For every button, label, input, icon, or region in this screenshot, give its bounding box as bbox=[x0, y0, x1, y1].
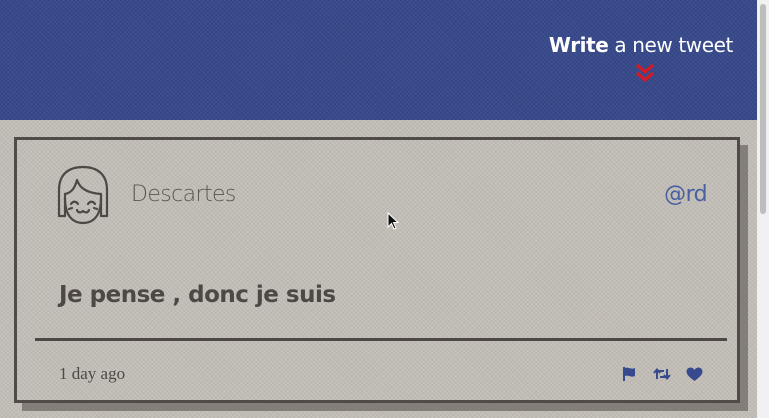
retweet-button[interactable] bbox=[653, 365, 671, 383]
double-chevron-down-icon[interactable] bbox=[634, 63, 656, 85]
avatar bbox=[57, 165, 109, 225]
mouse-cursor-icon bbox=[387, 212, 399, 230]
like-button[interactable] bbox=[685, 365, 703, 383]
author-handle[interactable]: @rd bbox=[664, 182, 707, 207]
retweet-icon bbox=[653, 367, 671, 381]
tweet-actions bbox=[621, 365, 703, 383]
vertical-scrollbar[interactable] bbox=[757, 0, 769, 418]
tweet-card: Descartes @rd Je pense , donc je suis 1 … bbox=[14, 137, 740, 403]
flag-icon bbox=[623, 367, 635, 381]
flag-button[interactable] bbox=[621, 365, 639, 383]
scrollbar-thumb[interactable] bbox=[760, 4, 766, 214]
tweet-timestamp: 1 day ago bbox=[59, 364, 126, 383]
write-label-rest: a new tweet bbox=[608, 33, 733, 57]
page-header: Write a new tweet bbox=[0, 0, 757, 120]
write-new-tweet-link[interactable]: Write a new tweet bbox=[549, 33, 733, 57]
write-label-strong: Write bbox=[548, 33, 609, 57]
tweet-text: Je pense , donc je suis bbox=[59, 282, 336, 308]
divider bbox=[35, 338, 727, 341]
heart-icon bbox=[686, 367, 702, 381]
author-name[interactable]: Descartes bbox=[131, 182, 236, 207]
